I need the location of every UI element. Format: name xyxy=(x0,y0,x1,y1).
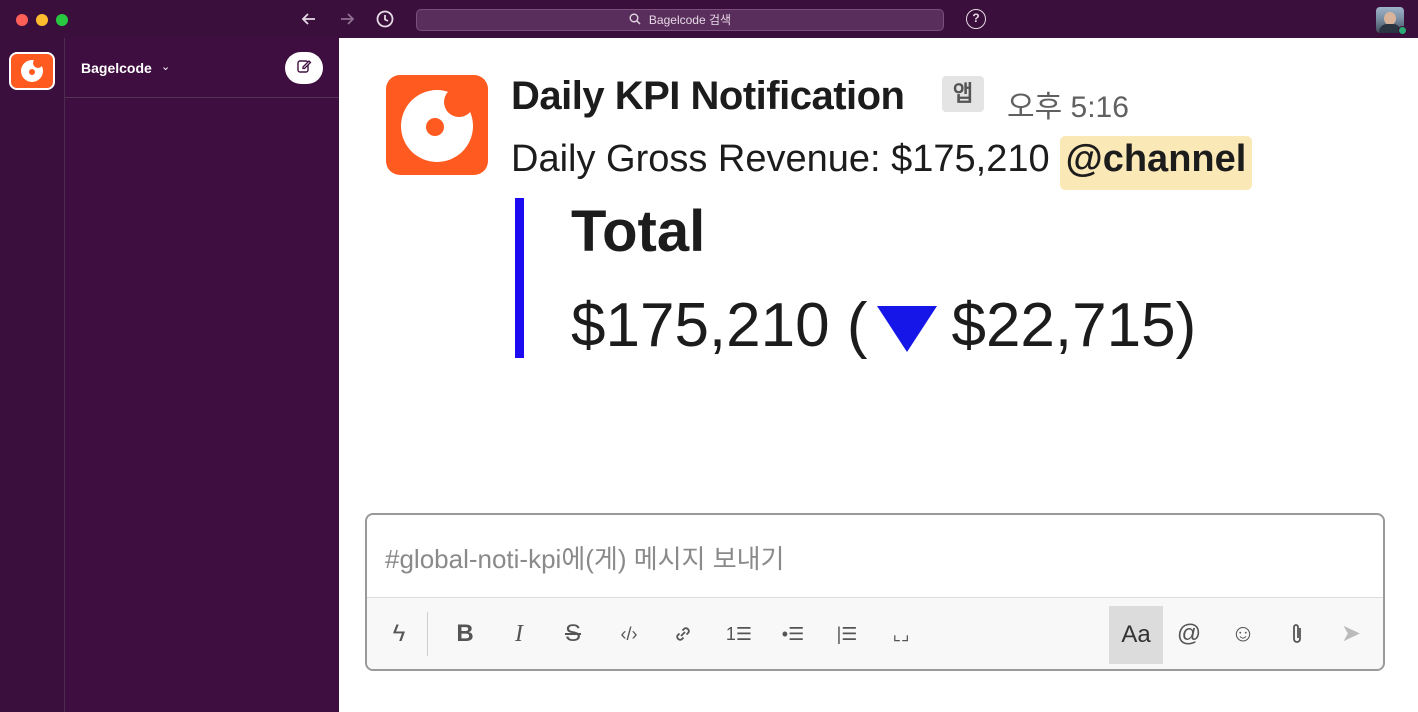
message-composer: #global-noti-kpi에(게) 메시지 보내기 ϟ B I S ‹/›… xyxy=(365,513,1385,671)
code-button[interactable]: ‹/› xyxy=(611,616,647,652)
italic-button[interactable]: I xyxy=(501,616,537,652)
attach-file-button[interactable] xyxy=(1279,616,1315,652)
message-sender-name[interactable]: Daily KPI Notification xyxy=(511,74,905,119)
minimize-window-button[interactable] xyxy=(36,14,48,26)
emoji-button[interactable]: ☺ xyxy=(1225,616,1261,652)
strikethrough-button[interactable]: S xyxy=(555,616,591,652)
link-button[interactable] xyxy=(665,616,701,652)
attachment-color-bar xyxy=(515,198,524,358)
bagelcode-logo-icon xyxy=(401,87,474,162)
search-icon xyxy=(629,10,641,30)
message-timestamp[interactable]: 오후 5:16 xyxy=(1007,82,1129,126)
attachment-title: Total xyxy=(571,199,706,264)
revenue-change: $22,715) xyxy=(951,291,1197,360)
down-triangle-icon xyxy=(877,306,938,352)
toolbar-divider xyxy=(427,612,428,656)
workspace-name[interactable]: Bagelcode xyxy=(81,60,152,76)
maximize-window-button[interactable] xyxy=(56,14,68,26)
workspace-switcher-bagelcode[interactable] xyxy=(9,52,55,90)
compose-icon xyxy=(297,60,312,73)
arrow-left-icon xyxy=(301,13,315,25)
bot-avatar[interactable] xyxy=(386,75,488,175)
history-button[interactable] xyxy=(374,8,396,30)
channel-mention[interactable]: @channel xyxy=(1059,136,1253,190)
close-window-button[interactable] xyxy=(16,14,28,26)
attachment-value: $175,210 ( $22,715) xyxy=(571,290,1196,361)
shortcuts-lightning-icon[interactable]: ϟ xyxy=(381,616,417,652)
search-input[interactable]: Bagelcode 검색 xyxy=(416,9,944,31)
message-text: Daily Gross Revenue: $175,210 @channel xyxy=(511,136,1253,190)
workspace-header: Bagelcode ⌄ xyxy=(65,38,339,98)
title-bar: Bagelcode 검색 ? xyxy=(0,0,1418,38)
compose-button[interactable] xyxy=(285,52,323,84)
formatting-toggle-button[interactable]: Aa xyxy=(1109,606,1163,664)
back-button[interactable] xyxy=(298,8,320,30)
bold-button[interactable]: B xyxy=(447,616,483,652)
code-block-button[interactable]: ⌞⌟ xyxy=(883,616,919,652)
clock-icon xyxy=(376,10,394,28)
search-placeholder: Bagelcode 검색 xyxy=(648,13,732,27)
blockquote-button[interactable]: |☰ xyxy=(829,616,865,652)
mention-button[interactable]: @ xyxy=(1171,616,1207,652)
send-button[interactable]: ➤ xyxy=(1333,616,1369,652)
bullet-list-button[interactable]: •☰ xyxy=(775,616,811,652)
bagelcode-logo-icon xyxy=(21,58,43,82)
arrow-right-icon xyxy=(341,13,355,25)
link-icon xyxy=(676,627,690,641)
sidebar: Bagelcode ⌄ xyxy=(64,38,339,712)
message-pane: Daily KPI Notification 앱 오후 5:16 Daily G… xyxy=(339,38,1418,712)
forward-button[interactable] xyxy=(336,8,358,30)
question-circle-icon: ? xyxy=(972,11,980,25)
composer-toolbar: ϟ B I S ‹/› 1☰ •☰ |☰ ⌞⌟ Aa @ ☺ ➤ xyxy=(367,597,1383,669)
app-badge: 앱 xyxy=(942,76,984,112)
ordered-list-button[interactable]: 1☰ xyxy=(721,616,757,652)
paperclip-icon xyxy=(1293,624,1301,643)
online-status-indicator xyxy=(1398,26,1407,35)
revenue-value: $175,210 ( xyxy=(571,291,868,360)
workspace-rail xyxy=(0,38,64,712)
chevron-down-icon[interactable]: ⌄ xyxy=(161,60,170,73)
message-body: Daily Gross Revenue: $175,210 xyxy=(511,138,1050,180)
help-button[interactable]: ? xyxy=(966,9,986,29)
message-input[interactable]: #global-noti-kpi에(게) 메시지 보내기 xyxy=(385,539,784,576)
